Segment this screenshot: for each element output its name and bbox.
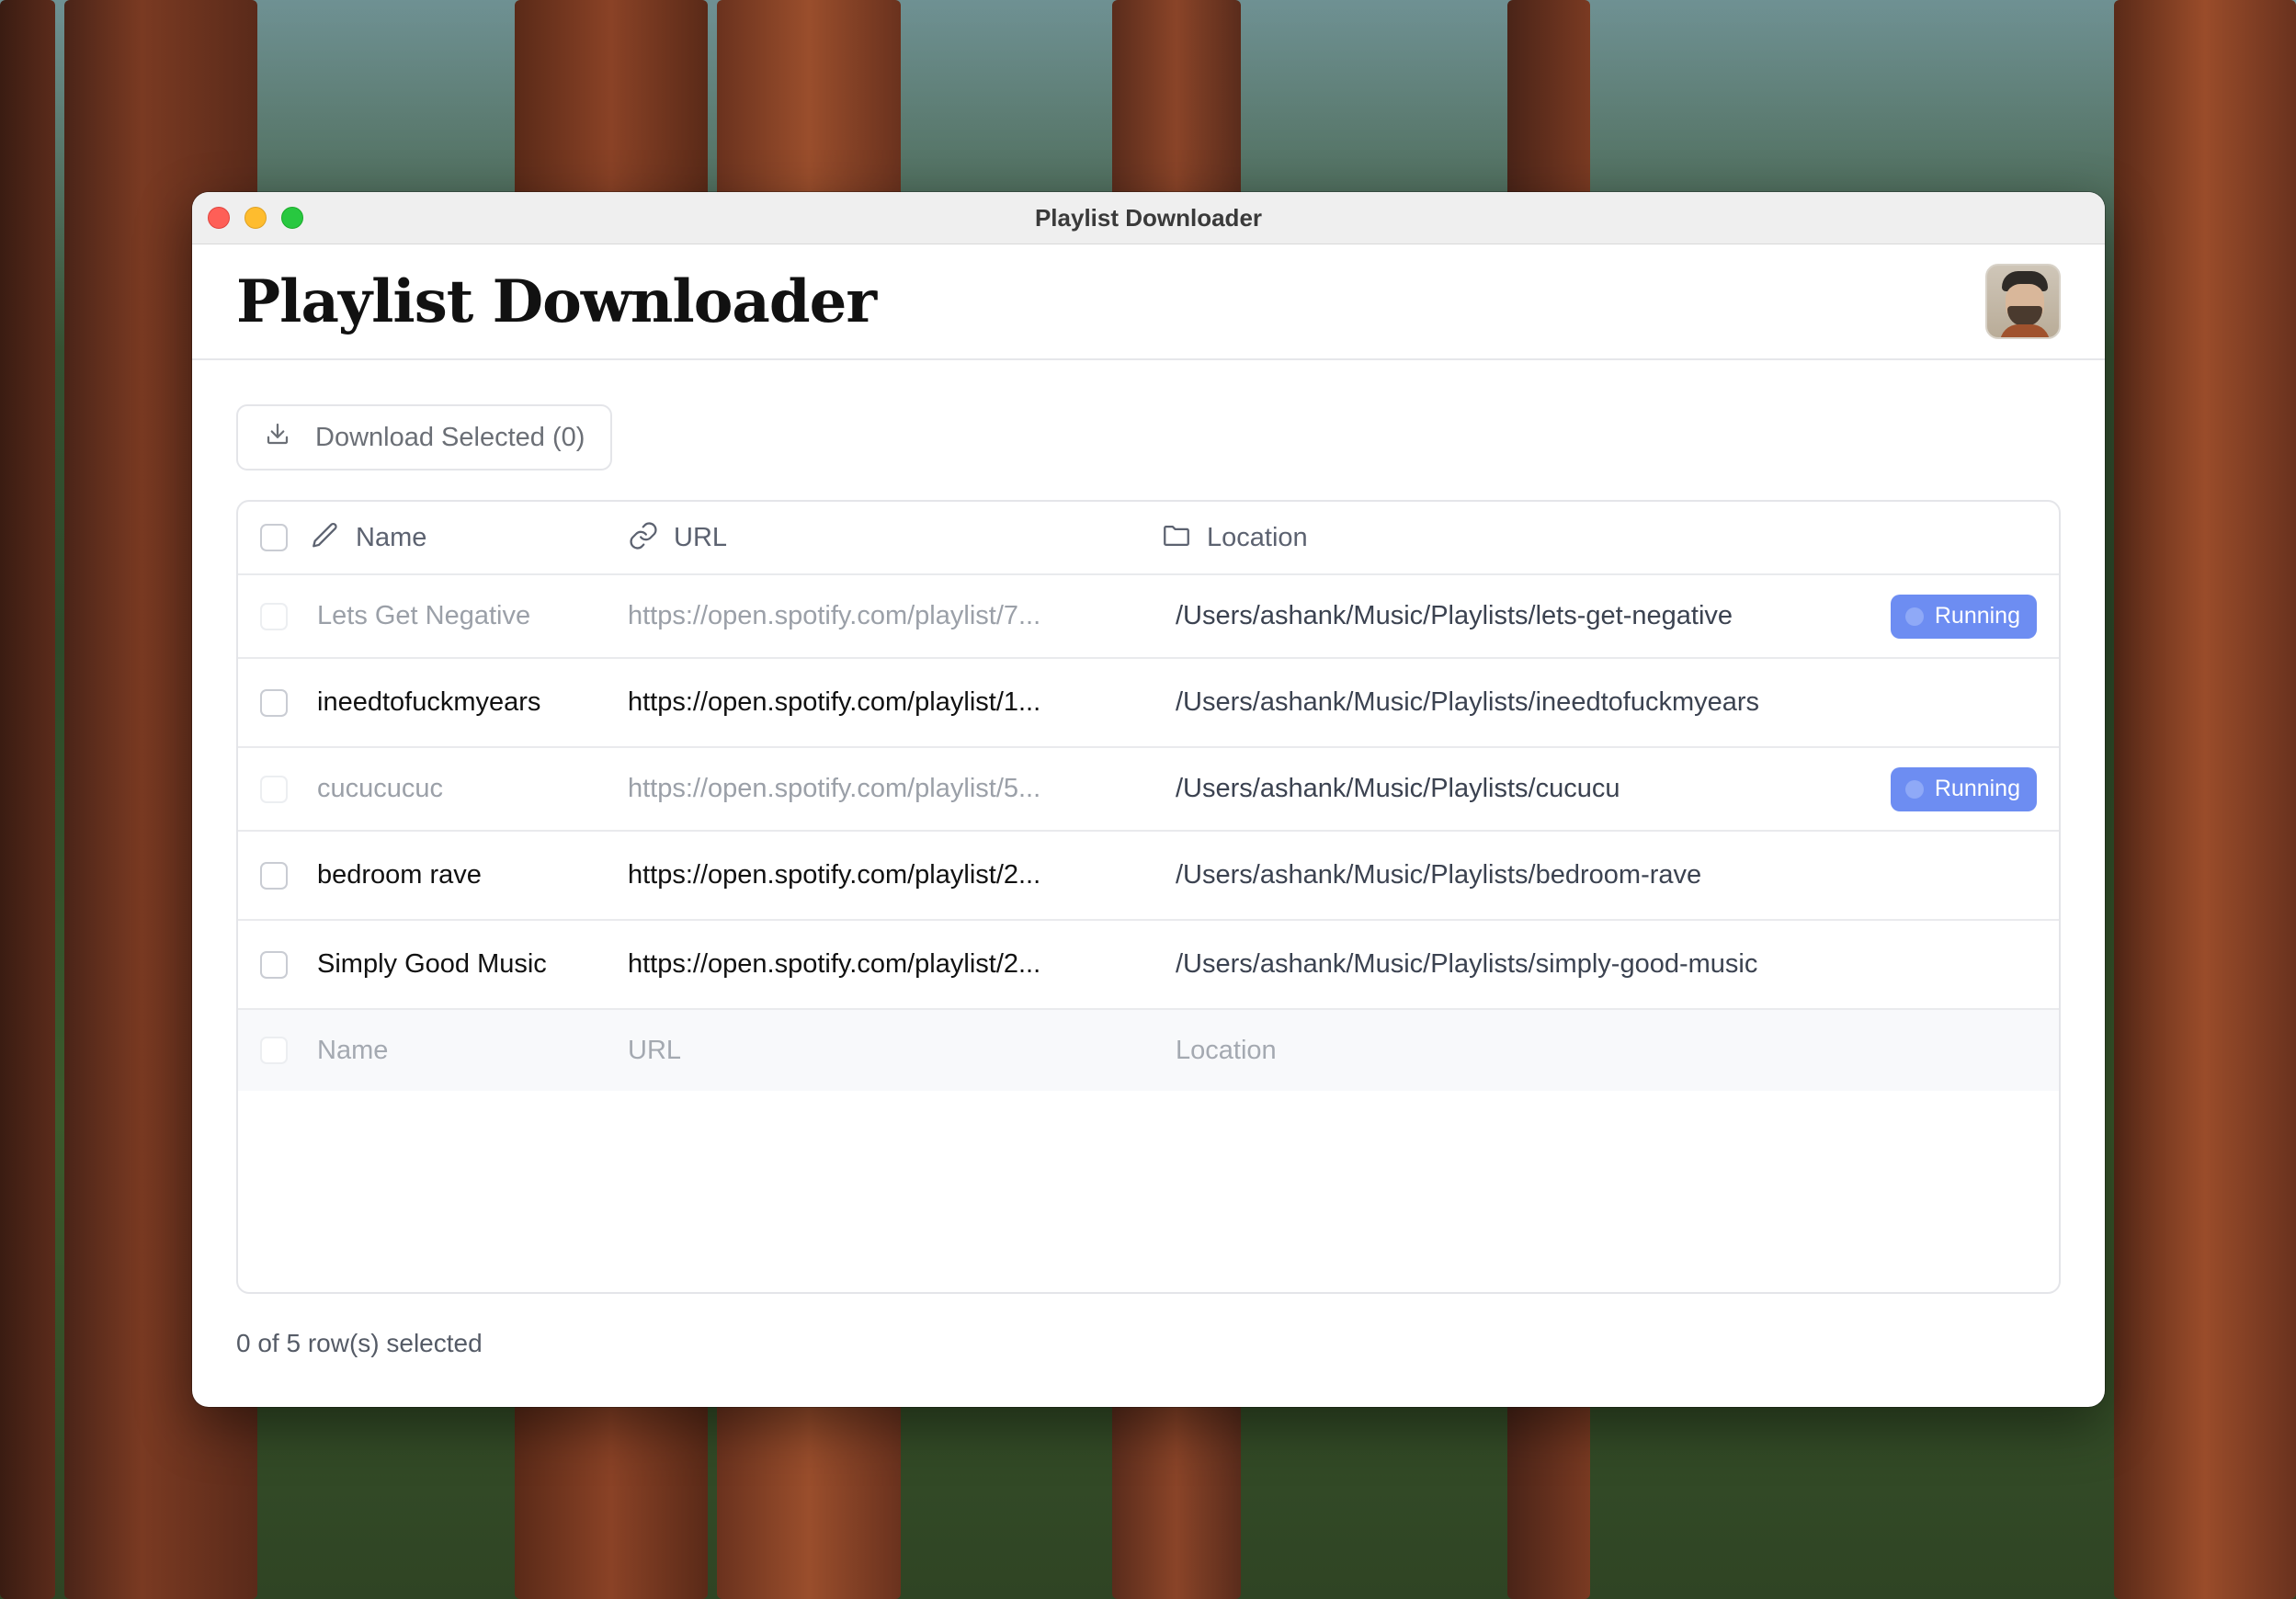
- app-header: Playlist Downloader: [192, 244, 2105, 360]
- minimize-button[interactable]: [244, 207, 267, 229]
- download-selected-label: Download Selected (0): [315, 422, 585, 452]
- download-icon: [264, 420, 291, 455]
- row-location: /Users/ashank/Music/Playlists/cucucu: [1176, 774, 1620, 803]
- status-label: Running: [1934, 603, 2020, 629]
- column-header-url[interactable]: URL: [674, 523, 727, 553]
- new-location-input[interactable]: Location: [1161, 1036, 1277, 1066]
- row-checkbox[interactable]: [260, 950, 288, 979]
- column-header-location[interactable]: Location: [1207, 523, 1308, 553]
- row-location: /Users/ashank/Music/Playlists/lets-get-n…: [1176, 601, 1733, 630]
- status-label: Running: [1934, 776, 2020, 801]
- row-checkbox[interactable]: [260, 861, 288, 890]
- table-row[interactable]: bedroom rave https://open.spotify.com/pl…: [238, 832, 2059, 921]
- spinner-icon: [1904, 607, 1924, 626]
- window-controls: [208, 207, 303, 229]
- status-badge: Running: [1890, 594, 2037, 639]
- table-header: Name URL Location: [238, 502, 2059, 575]
- title-bar: Playlist Downloader: [192, 192, 2105, 244]
- new-url-input[interactable]: URL: [628, 1036, 681, 1066]
- row-name: ineedtofuckmyears: [317, 687, 541, 717]
- column-header-name[interactable]: Name: [356, 523, 426, 553]
- main-content: Download Selected (0) Name URL Location …: [192, 360, 2105, 1358]
- table-row[interactable]: Simply Good Music https://open.spotify.c…: [238, 921, 2059, 1010]
- row-url: https://open.spotify.com/playlist/5...: [628, 774, 1041, 803]
- pencil-icon: [310, 520, 341, 556]
- link-icon: [628, 520, 659, 556]
- tree-trunk: [0, 0, 55, 1599]
- row-checkbox[interactable]: [260, 775, 288, 803]
- app-window: Playlist Downloader Playlist Downloader …: [192, 192, 2105, 1407]
- row-url: https://open.spotify.com/playlist/7...: [628, 601, 1041, 630]
- window-title: Playlist Downloader: [1034, 203, 1263, 232]
- tree-trunk: [2114, 0, 2296, 1599]
- row-url: https://open.spotify.com/playlist/2...: [628, 949, 1041, 979]
- select-all-checkbox[interactable]: [260, 524, 288, 551]
- folder-icon: [1161, 520, 1192, 556]
- new-row-checkbox: [260, 1037, 288, 1064]
- status-badge: Running: [1890, 766, 2037, 811]
- table-row[interactable]: cucucucuc https://open.spotify.com/playl…: [238, 748, 2059, 832]
- table-row[interactable]: Lets Get Negative https://open.spotify.c…: [238, 575, 2059, 659]
- row-location: /Users/ashank/Music/Playlists/simply-goo…: [1176, 949, 1758, 979]
- row-name: Simply Good Music: [317, 949, 547, 979]
- new-row[interactable]: Name URL Location: [238, 1010, 2059, 1091]
- row-location: /Users/ashank/Music/Playlists/ineedtofuc…: [1176, 687, 1760, 717]
- selection-status: 0 of 5 row(s) selected: [236, 1329, 483, 1357]
- spinner-icon: [1904, 779, 1924, 799]
- row-name: cucucucuc: [317, 774, 444, 803]
- row-checkbox[interactable]: [260, 688, 288, 717]
- avatar[interactable]: [1985, 264, 2061, 339]
- row-name: bedroom rave: [317, 860, 482, 890]
- row-checkbox[interactable]: [260, 602, 288, 630]
- download-selected-button[interactable]: Download Selected (0): [236, 404, 613, 471]
- close-button[interactable]: [208, 207, 230, 229]
- page-title: Playlist Downloader: [236, 266, 877, 336]
- zoom-button[interactable]: [281, 207, 303, 229]
- new-name-input[interactable]: Name: [310, 1036, 388, 1066]
- table-row[interactable]: ineedtofuckmyears https://open.spotify.c…: [238, 659, 2059, 748]
- row-url: https://open.spotify.com/playlist/2...: [628, 860, 1041, 890]
- row-url: https://open.spotify.com/playlist/1...: [628, 687, 1041, 717]
- row-location: /Users/ashank/Music/Playlists/bedroom-ra…: [1176, 860, 1702, 890]
- row-name: Lets Get Negative: [317, 601, 531, 630]
- playlist-table: Name URL Location Lets Get Negative http…: [236, 500, 2061, 1294]
